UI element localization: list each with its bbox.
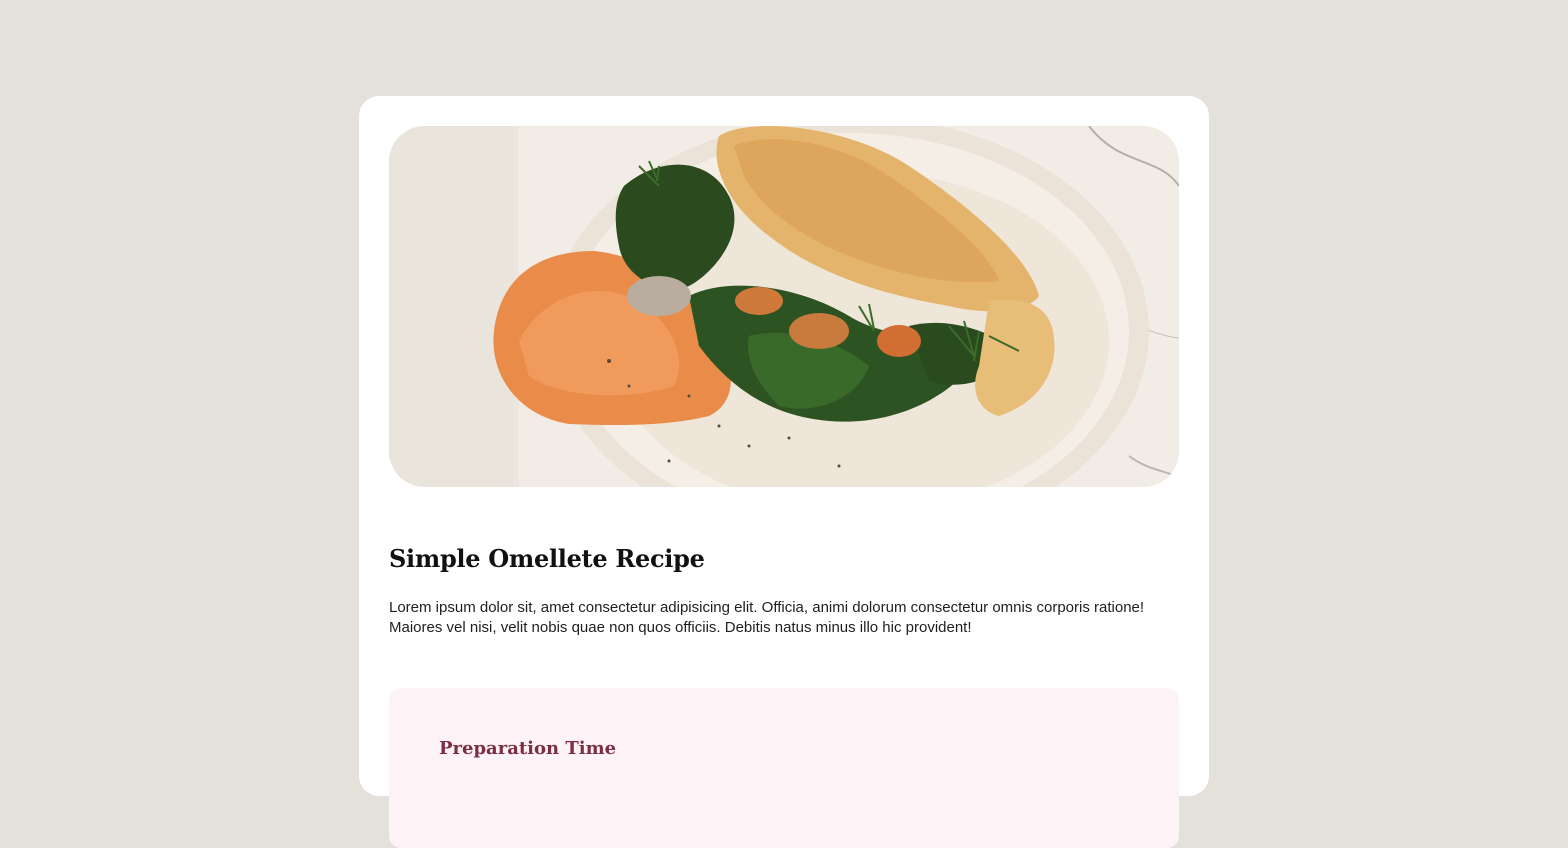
recipe-title: Simple Omellete Recipe — [389, 544, 705, 573]
recipe-card: Simple Omellete Recipe Lorem ipsum dolor… — [359, 96, 1209, 848]
preparation-time-panel: Preparation Time — [389, 687, 1179, 848]
omelette-illustration — [389, 126, 1179, 487]
recipe-hero-image — [389, 126, 1179, 487]
recipe-description: Lorem ipsum dolor sit, amet consectetur … — [389, 598, 1145, 636]
preparation-time-heading: Preparation Time — [439, 737, 617, 759]
